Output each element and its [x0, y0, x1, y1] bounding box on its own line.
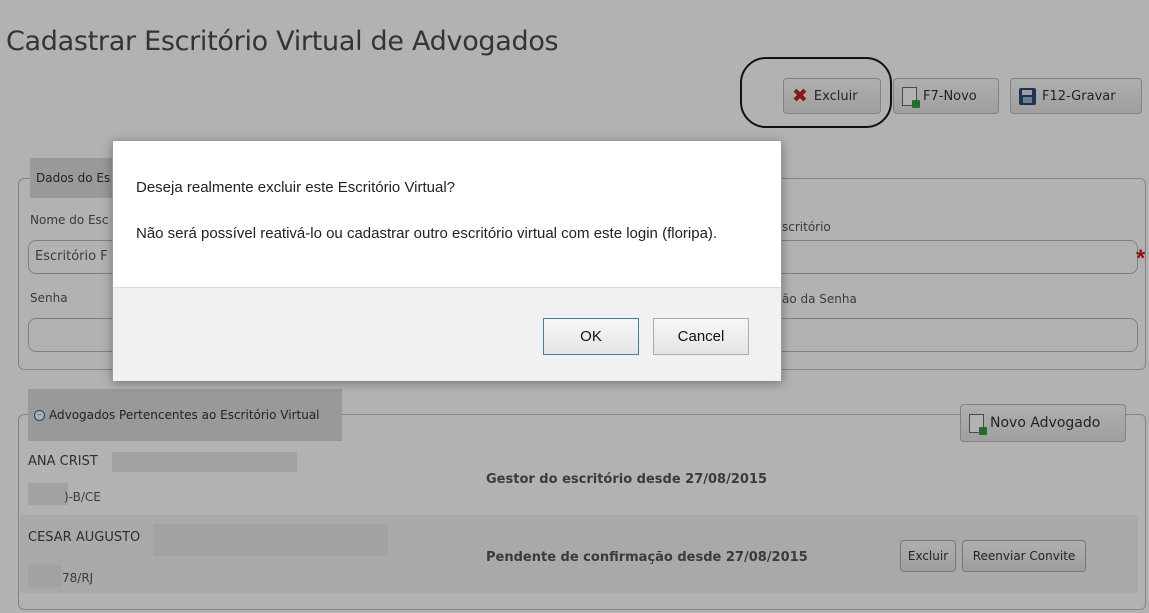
page: Cadastrar Escritório Virtual de Advogado… [0, 0, 1149, 613]
dialog-message-line2: Não será possível reativá-lo ou cadastra… [136, 225, 718, 242]
dialog-message-line1: Deseja realmente excluir este Escritório… [136, 179, 456, 196]
ok-button[interactable]: OK [543, 318, 639, 355]
dialog-body: Deseja realmente excluir este Escritório… [113, 141, 781, 287]
cancel-button[interactable]: Cancel [653, 318, 749, 355]
confirm-dialog: Deseja realmente excluir este Escritório… [112, 140, 782, 381]
dialog-footer: OK Cancel [113, 287, 781, 381]
